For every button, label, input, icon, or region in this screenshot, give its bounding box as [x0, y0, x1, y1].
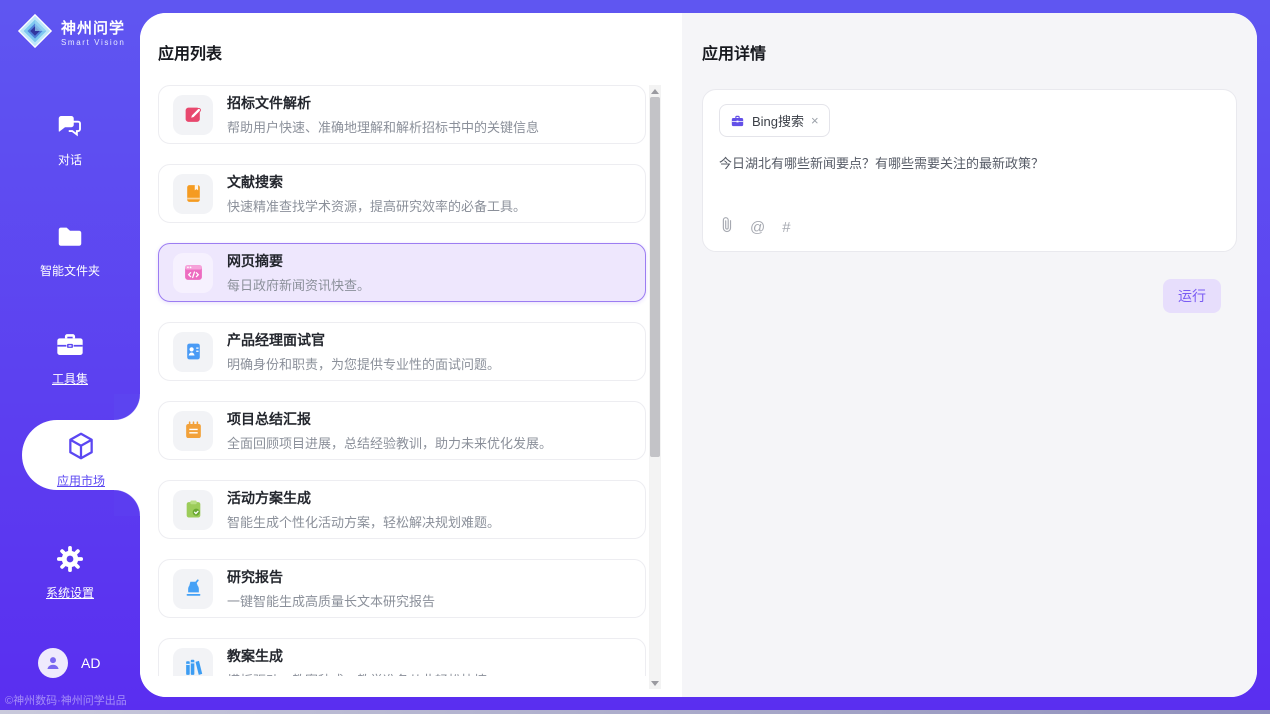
scrollbar-thumb[interactable] [650, 97, 660, 457]
app-item-event-plan[interactable]: 活动方案生成 智能生成个性化活动方案，轻松解决规划难题。 [158, 480, 646, 539]
briefcase-icon [730, 114, 745, 128]
chip-close-icon[interactable]: × [811, 114, 819, 127]
app-list: 招标文件解析 帮助用户快速、准确地理解和解析招标书中的关键信息 文献搜索 快速精… [140, 85, 682, 676]
run-row: 运行 [702, 279, 1237, 313]
mention-icon[interactable]: @ [750, 220, 765, 235]
tool-chip-bing-search[interactable]: Bing搜索 × [719, 104, 830, 137]
app-item-literature-search[interactable]: 文献搜索 快速精准查找学术资源，提高研究效率的必备工具。 [158, 164, 646, 223]
summary-note-icon [183, 420, 204, 441]
scroll-down-button[interactable] [649, 677, 661, 689]
app-item-desc: 帮助用户快速、准确地理解和解析招标书中的关键信息 [227, 117, 539, 136]
triangle-up-icon [651, 89, 659, 94]
app-item-research-report[interactable]: 研究报告 一键智能生成高质量长文本研究报告 [158, 559, 646, 618]
app-item-name: 招标文件解析 [227, 93, 539, 113]
sidebar-item-label: 工具集 [0, 370, 140, 387]
sidebar: 神州问学 Smart Vision 对话 智能文件夹 [0, 0, 140, 714]
run-button[interactable]: 运行 [1163, 279, 1221, 313]
app-item-desc: 快速精准查找学术资源，提高研究效率的必备工具。 [227, 196, 526, 215]
sidebar-item-label: 智能文件夹 [0, 262, 140, 279]
app-item-name: 项目总结汇报 [227, 409, 552, 429]
sidebar-item-label: 应用市场 [22, 472, 140, 489]
person-icon [44, 654, 62, 672]
app-list-title: 应用列表 [158, 40, 222, 64]
edit-doc-icon [183, 104, 204, 125]
app-item-bid-parsing[interactable]: 招标文件解析 帮助用户快速、准确地理解和解析招标书中的关键信息 [158, 85, 646, 144]
app-item-web-summary[interactable]: 网页摘要 每日政府新闻资讯快查。 [158, 243, 646, 302]
main-panel: 应用列表 招标文件解析 帮助用户快速、准确地理解和解析招标书中的关键信息 [140, 13, 1257, 697]
gear-icon [55, 561, 85, 578]
brand-logo: 神州问学 Smart Vision [16, 12, 125, 55]
app-list-panel: 应用列表 招标文件解析 帮助用户快速、准确地理解和解析招标书中的关键信息 [140, 13, 682, 697]
clipboard-check-icon [183, 499, 204, 520]
sidebar-item-toolset[interactable]: 工具集 [0, 330, 140, 387]
app-item-desc: 全面回顾项目进展，总结经验教训，助力未来优化发展。 [227, 433, 552, 452]
app-item-name: 活动方案生成 [227, 488, 500, 508]
app-item-name: 教案生成 [227, 646, 487, 666]
cube-icon [65, 449, 97, 466]
brand-name: 神州问学 [61, 20, 125, 37]
app-item-desc: 模板驱动，教案秒成，教学准备从此轻松快捷 [227, 670, 487, 676]
app-item-pm-interviewer[interactable]: 产品经理面试官 明确身份和职责，为您提供专业性的面试问题。 [158, 322, 646, 381]
user-name: AD [81, 655, 100, 671]
app-item-project-summary[interactable]: 项目总结汇报 全面回顾项目进展，总结经验教训，助力未来优化发展。 [158, 401, 646, 460]
triangle-down-icon [651, 681, 659, 686]
app-item-desc: 一键智能生成高质量长文本研究报告 [227, 591, 435, 610]
sidebar-item-label: 对话 [0, 151, 140, 168]
tool-chip-label: Bing搜索 [752, 111, 804, 130]
webpage-code-icon [183, 262, 204, 283]
app-list-scrollbar[interactable] [649, 85, 661, 689]
user-account[interactable]: AD [38, 648, 100, 678]
scroll-up-button[interactable] [649, 85, 661, 97]
research-ink-icon [183, 578, 204, 599]
folder-icon [55, 239, 85, 256]
app-detail-panel: 应用详情 Bing搜索 × 今日湖北有哪些新闻要点？有哪些需要关注的最新政策？ [682, 13, 1257, 697]
avatar [38, 648, 68, 678]
window-bottom-edge [0, 710, 1270, 714]
brand-subtitle: Smart Vision [61, 38, 125, 47]
app-detail-title: 应用详情 [702, 40, 1237, 64]
copyright-text: ©神州数码·神州问学出品 [5, 692, 135, 708]
app-item-desc: 明确身份和职责，为您提供专业性的面试问题。 [227, 354, 500, 373]
app-item-name: 网页摘要 [227, 251, 370, 271]
prompt-toolbar: @ # [720, 216, 791, 238]
sidebar-item-label: 系统设置 [0, 584, 140, 601]
app-item-name: 产品经理面试官 [227, 330, 500, 350]
sidebar-item-settings[interactable]: 系统设置 [0, 544, 140, 601]
app-item-desc: 智能生成个性化活动方案，轻松解决规划难题。 [227, 512, 500, 531]
hash-icon[interactable]: # [782, 220, 790, 235]
toolbox-icon [54, 347, 86, 364]
interviewer-icon [183, 341, 204, 362]
brand-diamond-icon [16, 12, 54, 55]
chat-icon [55, 128, 85, 145]
app-item-name: 文献搜索 [227, 172, 526, 192]
books-icon [183, 657, 204, 676]
sidebar-item-chat[interactable]: 对话 [0, 111, 140, 168]
app-item-name: 研究报告 [227, 567, 435, 587]
attachment-icon[interactable] [720, 216, 733, 238]
book-icon [183, 183, 204, 204]
sidebar-item-app-market[interactable]: 应用市场 [22, 420, 140, 490]
app-item-desc: 每日政府新闻资讯快查。 [227, 275, 370, 294]
sidebar-item-smart-folder[interactable]: 智能文件夹 [0, 222, 140, 279]
prompt-card[interactable]: Bing搜索 × 今日湖北有哪些新闻要点？有哪些需要关注的最新政策？ @ # [702, 89, 1237, 252]
app-item-lesson-plan[interactable]: 教案生成 模板驱动，教案秒成，教学准备从此轻松快捷 [158, 638, 646, 676]
prompt-input-text[interactable]: 今日湖北有哪些新闻要点？有哪些需要关注的最新政策？ [719, 154, 1220, 174]
